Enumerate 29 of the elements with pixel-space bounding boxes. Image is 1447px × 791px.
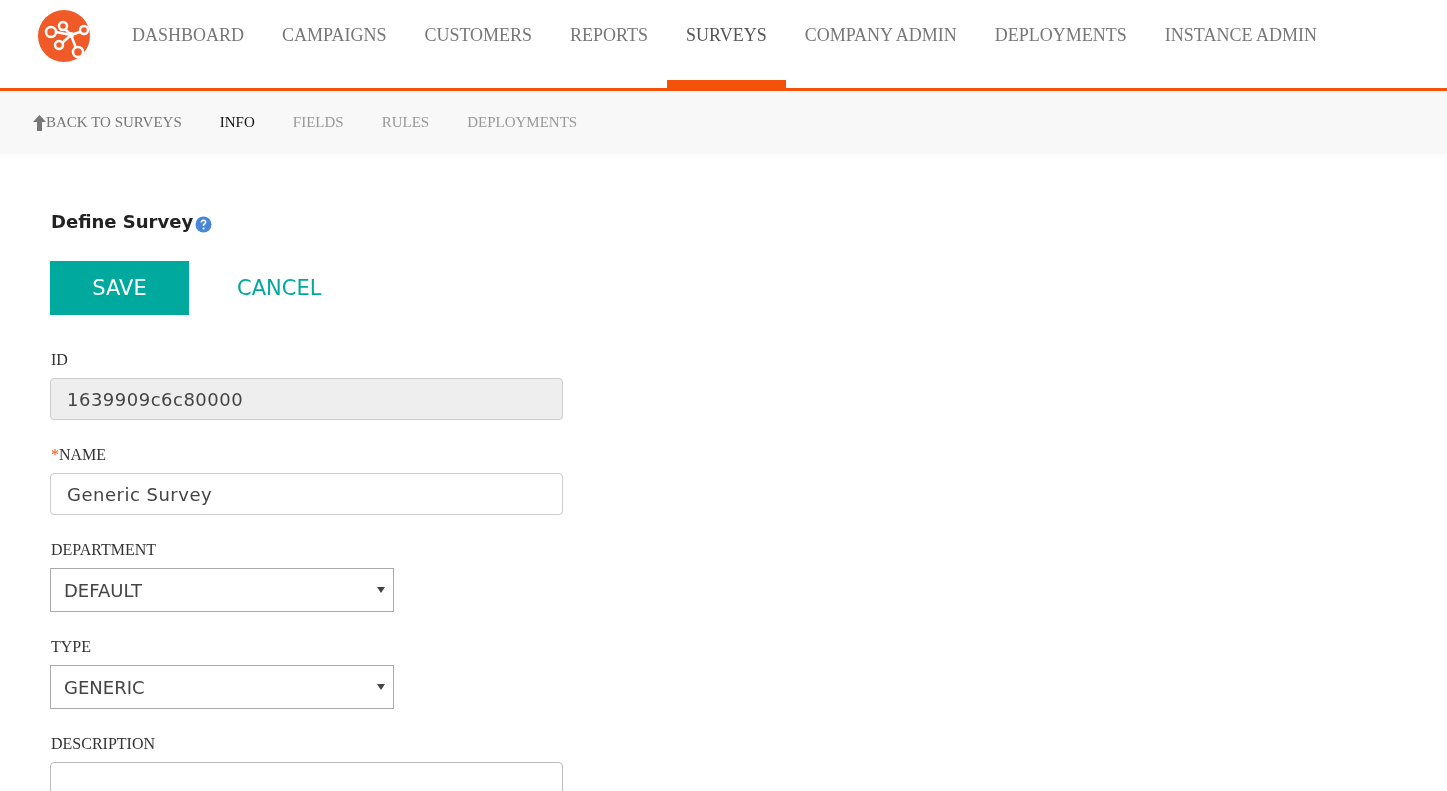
logo-icon — [38, 10, 90, 62]
cancel-button[interactable]: CANCEL — [237, 276, 322, 300]
caret-icon — [377, 684, 385, 690]
help-icon[interactable] — [195, 216, 213, 233]
nav-tab[interactable]: COMPANY ADMIN — [785, 8, 976, 88]
save-button[interactable]: SAVE — [50, 261, 189, 315]
nav-tab[interactable]: DEPLOYMENTS — [975, 8, 1146, 88]
dropdown[interactable]: DEFAULT — [50, 568, 394, 612]
sub-tab[interactable]: INFO — [219, 114, 255, 131]
up-arrow-icon — [33, 114, 46, 131]
text-field[interactable]: 1639909c6c80000 — [50, 378, 563, 420]
field-label: ID — [51, 351, 69, 369]
caret-icon — [377, 587, 385, 593]
nav-tab[interactable]: DASHBOARD — [113, 8, 264, 88]
text-field[interactable]: Generic Survey — [50, 473, 563, 515]
dropdown[interactable]: GENERIC — [50, 665, 394, 709]
sub-tab[interactable]: DEPLOYMENTS — [467, 114, 578, 131]
field-label: *NAME — [51, 446, 108, 464]
nav-tab[interactable]: CUSTOMERS — [405, 8, 552, 88]
sub-tab[interactable]: FIELDS — [292, 114, 344, 131]
nav-tab[interactable]: REPORTS — [551, 8, 668, 88]
field-label: TYPE — [51, 638, 92, 656]
field-label: DESCRIPTION — [51, 735, 156, 753]
sub-tab[interactable]: RULES — [381, 114, 430, 131]
form-title: Define Survey — [51, 211, 194, 232]
back-link[interactable]: BACK TO SURVEYS — [33, 114, 182, 131]
nav-tab[interactable]: CAMPAIGNS — [263, 8, 406, 88]
nav-tab[interactable]: INSTANCE ADMIN — [1145, 8, 1336, 88]
field-label: DEPARTMENT — [51, 541, 158, 559]
